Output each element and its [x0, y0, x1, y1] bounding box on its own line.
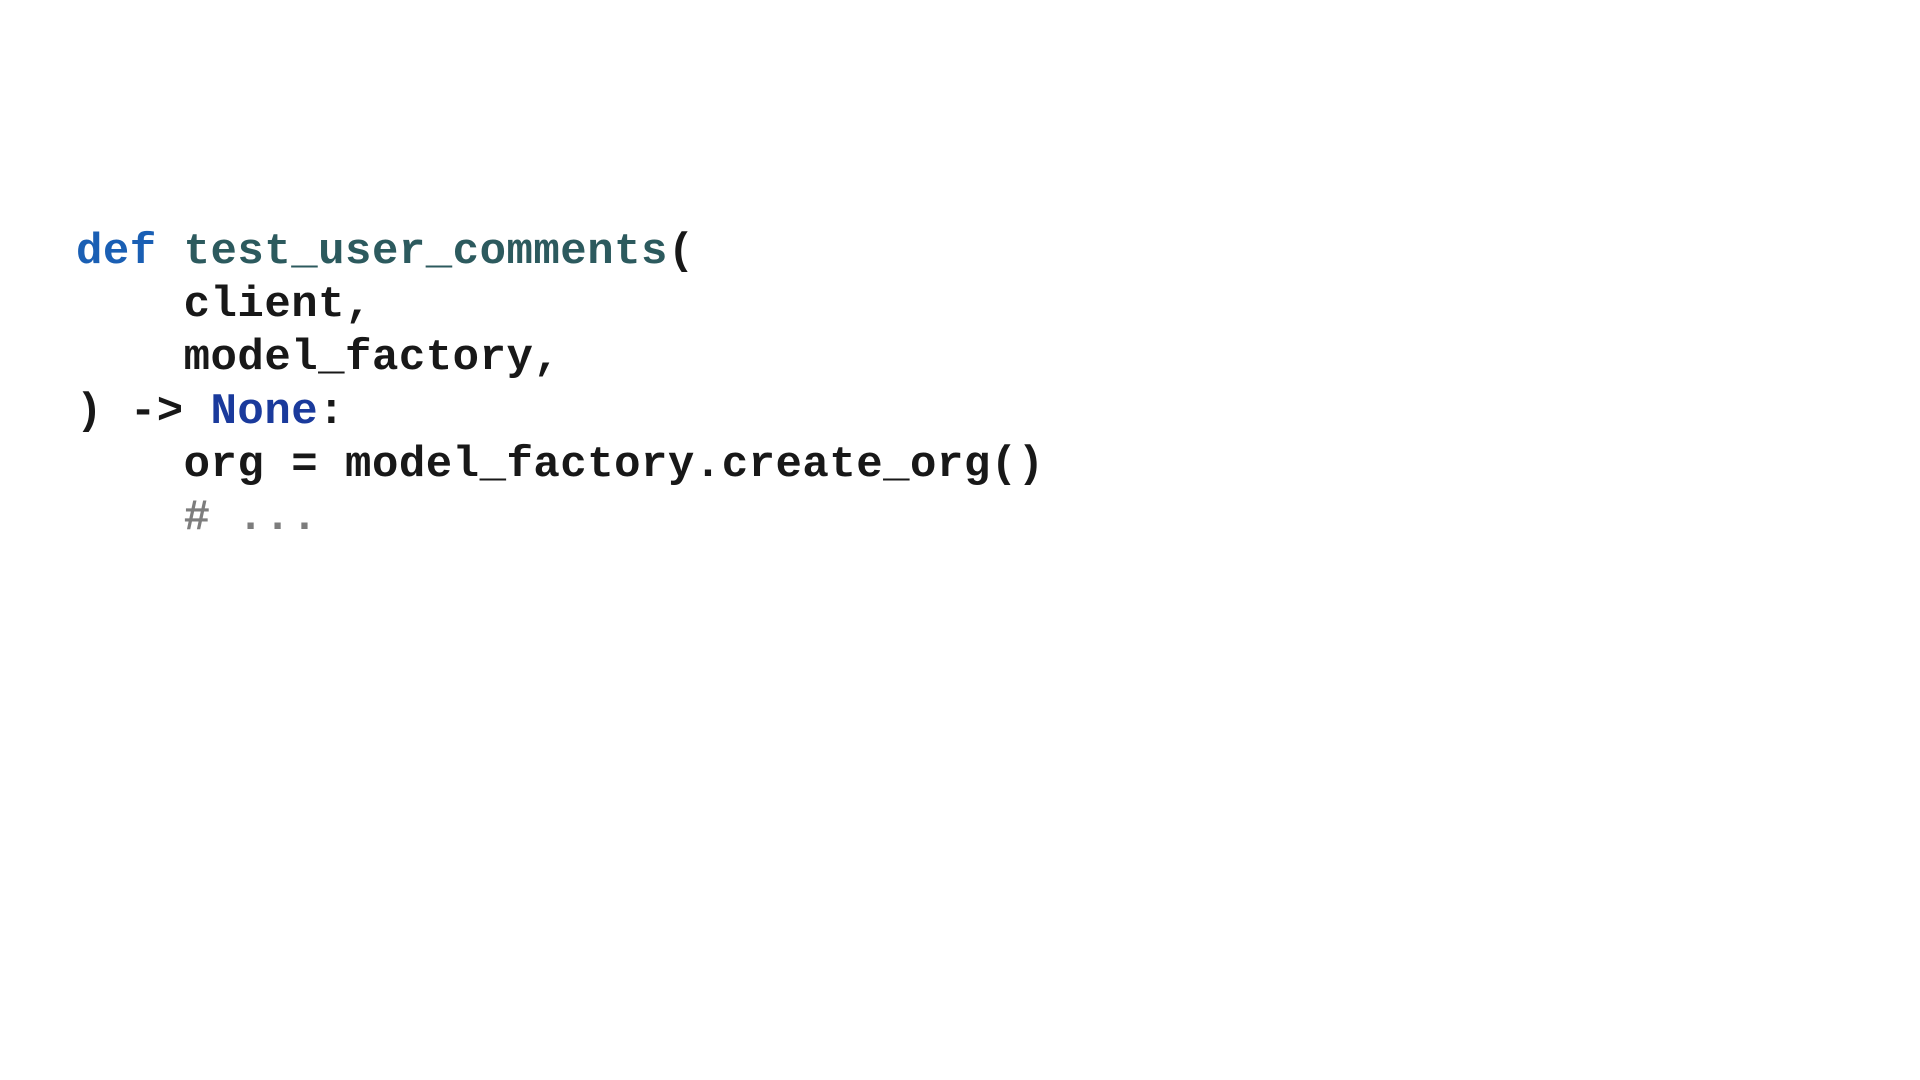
- open-paren: (: [668, 227, 695, 277]
- keyword-def: def: [76, 227, 157, 277]
- code-line-4: ) -> None:: [76, 386, 1920, 439]
- keyword-none: None: [211, 387, 319, 437]
- indent: [76, 333, 184, 383]
- colon: :: [318, 387, 345, 437]
- indent: [76, 493, 184, 543]
- param-model-factory: model_factory,: [184, 333, 561, 383]
- space: [157, 227, 184, 277]
- code-line-5: org = model_factory.create_org(): [76, 439, 1920, 492]
- arrow: ->: [130, 387, 211, 437]
- code-line-6: # ...: [76, 492, 1920, 545]
- comment-ellipsis: # ...: [184, 493, 319, 543]
- param-client: client,: [184, 280, 372, 330]
- code-line-2: client,: [76, 279, 1920, 332]
- code-line-3: model_factory,: [76, 332, 1920, 385]
- indent: [76, 440, 184, 490]
- statement-org: org = model_factory.create_org(): [184, 440, 1045, 490]
- indent: [76, 280, 184, 330]
- function-name: test_user_comments: [184, 227, 668, 277]
- code-block: def test_user_comments( client, model_fa…: [0, 0, 1920, 545]
- code-line-1: def test_user_comments(: [76, 226, 1920, 279]
- close-paren: ): [76, 387, 130, 437]
